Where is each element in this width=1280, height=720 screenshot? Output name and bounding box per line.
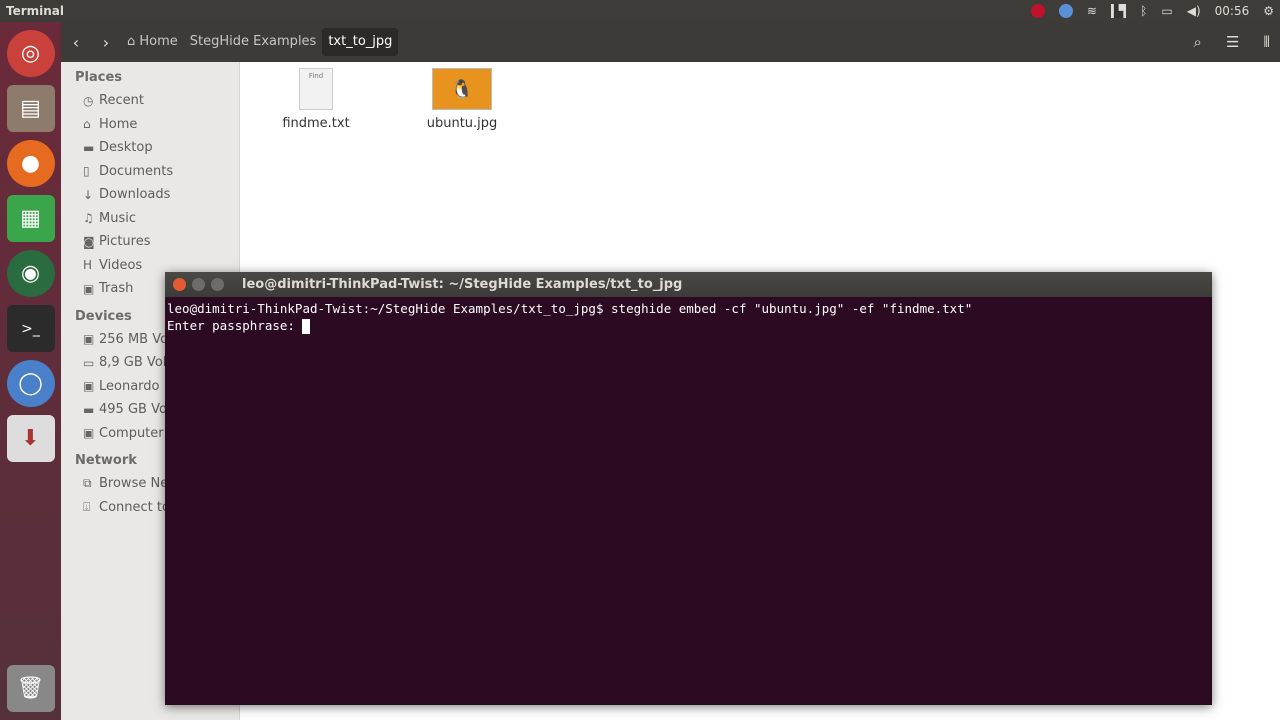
launcher: ◎ ▤ ● ▦ ◉ >_ ◯ ⬇ 🗑 [0, 22, 61, 720]
trash-icon[interactable]: 🗑 [6, 665, 55, 712]
sidebar-item-recent[interactable]: ◷ Recent [61, 89, 239, 113]
back-button[interactable]: ‹ [61, 33, 91, 52]
maximize-button[interactable] [211, 278, 224, 291]
sidebar-item-downloads[interactable]: ↓ Downloads [61, 183, 239, 207]
chromium-indicator-icon[interactable] [1058, 4, 1073, 18]
folder-icon: ▬ [83, 140, 95, 155]
files-icon[interactable]: ▤ [6, 85, 55, 132]
drive-icon: ▭ [83, 355, 95, 370]
terminal-window[interactable]: leo@dimitri-ThinkPad-Twist: ~/StegHide E… [165, 272, 1212, 705]
prompt-line: Enter passphrase: [167, 317, 1210, 334]
text-cursor [302, 319, 311, 334]
system-icon[interactable]: ◉ [6, 250, 55, 297]
top-panel: Terminal ≋ ▙ ᛒ ▭ ◀) 00:56 ⚙ [0, 0, 1280, 22]
terminal-titlebar[interactable]: leo@dimitri-ThinkPad-Twist: ~/StegHide E… [165, 272, 1212, 297]
breadcrumb-current[interactable]: txt_to_jpg [322, 28, 399, 56]
film-icon: H [83, 258, 93, 273]
terminal-icon[interactable]: >_ [6, 305, 55, 352]
close-button[interactable] [173, 278, 186, 291]
sidebar-item-documents[interactable]: ▯ Documents [61, 160, 239, 184]
home-icon: ⌂ [83, 117, 91, 132]
wifi-icon[interactable]: ≋ [1087, 4, 1097, 18]
sidebar-item-home[interactable]: ⌂ Home [61, 113, 239, 137]
image-thumbnail: 🐧 [432, 68, 492, 110]
calc-icon[interactable]: ▦ [6, 195, 55, 242]
clock[interactable]: 00:56 [1215, 4, 1250, 18]
clock-icon: ◷ [83, 93, 94, 108]
drive-icon: ▣ [83, 332, 95, 347]
system-tray: ≋ ▙ ᛒ ▭ ◀) 00:56 ⚙ [1030, 0, 1274, 22]
minimize-button[interactable] [192, 278, 205, 291]
file-ubuntu[interactable]: 🐧 ubuntu.jpg [417, 68, 507, 131]
breadcrumb-steghide[interactable]: StegHide Examples [184, 28, 323, 56]
terminal-output[interactable]: leo@dimitri-ThinkPad-Twist:~/StegHide Ex… [165, 297, 1212, 337]
forward-button[interactable]: › [91, 33, 121, 52]
keyboard-icon[interactable]: ▙ [1110, 4, 1127, 18]
camera-icon: ◙ [83, 234, 95, 249]
drive-icon: ▬ [83, 402, 95, 417]
ubuntu-dash-icon[interactable]: ◎ [6, 30, 55, 77]
drive-icon: ▣ [83, 379, 95, 394]
download-icon: ↓ [83, 187, 94, 202]
gear-icon[interactable]: ⚙ [1263, 4, 1274, 18]
sidebar-item-pictures[interactable]: ◙ Pictures [61, 230, 239, 254]
text-file-icon: Find [299, 68, 333, 110]
sidebar-item-desktop[interactable]: ▬ Desktop [61, 136, 239, 160]
file-findme[interactable]: Find findme.txt [271, 68, 361, 131]
bluetooth-icon[interactable]: ᛒ [1140, 4, 1147, 18]
command-line: leo@dimitri-ThinkPad-Twist:~/StegHide Ex… [167, 301, 973, 316]
active-app-title: Terminal [6, 4, 65, 18]
terminal-title: leo@dimitri-ThinkPad-Twist: ~/StegHide E… [242, 277, 683, 292]
server-icon: ⍗ [83, 499, 91, 514]
grid-view-icon[interactable]: ⦀ [1263, 33, 1270, 51]
computer-icon: ▣ [83, 426, 95, 441]
battery-icon[interactable]: ▭ [1161, 4, 1172, 18]
chromium-icon[interactable]: ◯ [6, 360, 55, 407]
record-icon[interactable] [1030, 4, 1045, 18]
search-icon[interactable]: ⌕ [1194, 33, 1202, 51]
list-view-icon[interactable]: ☰ [1226, 33, 1239, 51]
volume-icon[interactable]: ◀) [1187, 4, 1201, 18]
music-icon: ♫ [83, 211, 94, 226]
file-manager-toolbar: ‹ › ⌂ Home StegHide Examples txt_to_jpg … [61, 22, 1280, 62]
network-icon: ⧉ [83, 476, 92, 491]
trash-icon: ▣ [83, 281, 95, 296]
document-icon: ▯ [83, 164, 90, 179]
breadcrumb-home[interactable]: ⌂ Home [121, 28, 184, 56]
places-header: Places [75, 70, 123, 85]
installer-icon[interactable]: ⬇ [6, 415, 55, 462]
sidebar-item-music[interactable]: ♫ Music [61, 207, 239, 231]
firefox-icon[interactable]: ● [6, 140, 55, 187]
